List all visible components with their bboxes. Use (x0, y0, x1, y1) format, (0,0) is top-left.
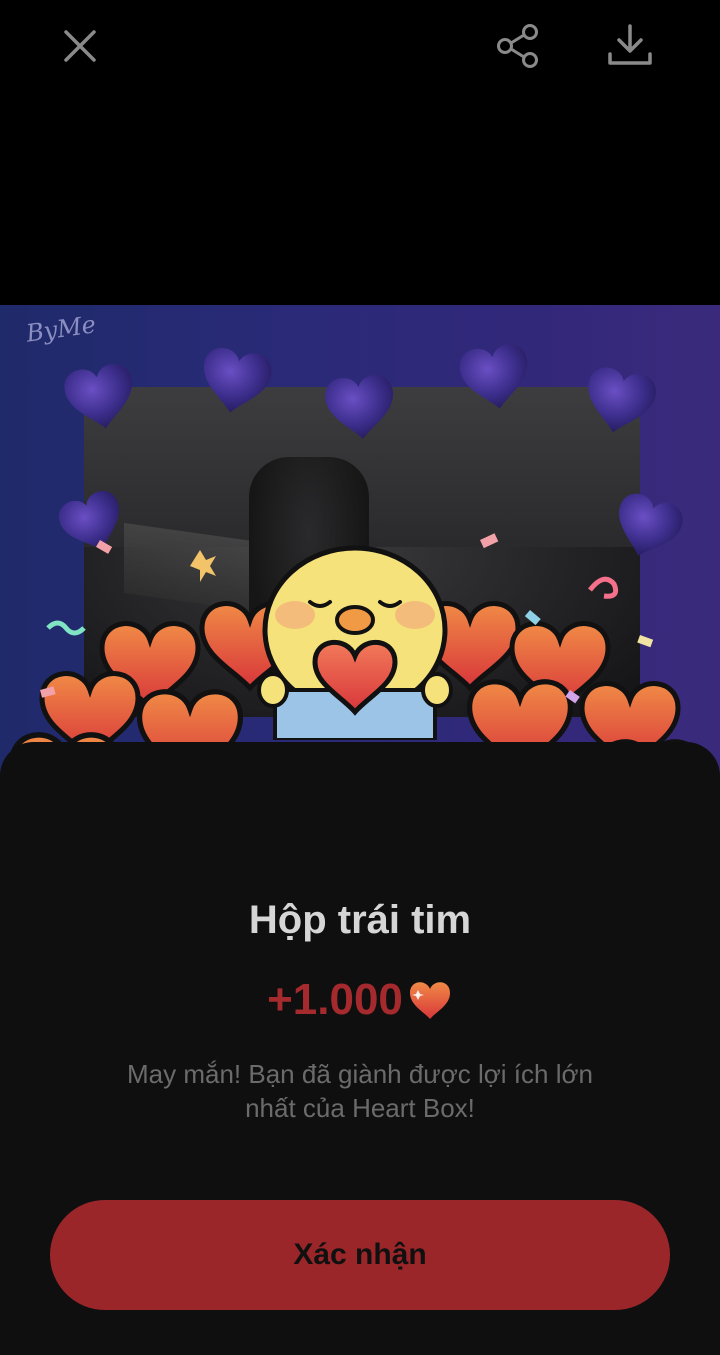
dialog-description: May mắn! Bạn đã giành được lợi ích lớn n… (127, 1059, 593, 1123)
top-bar (0, 0, 720, 100)
share-icon (497, 24, 538, 68)
reward-row: +1.000 (0, 975, 720, 1025)
reward-amount: +1.000 (267, 975, 403, 1024)
download-button[interactable] (606, 22, 654, 70)
close-button[interactable] (56, 22, 104, 70)
close-icon (64, 30, 96, 62)
download-icon (608, 24, 652, 65)
share-button[interactable] (494, 22, 542, 70)
dialog-title: Hộp trái tim (248, 898, 472, 942)
confirm-button[interactable]: Xác nhận (50, 1200, 670, 1310)
confirm-button-label: Xác nhận (293, 1238, 427, 1271)
heart-icon (409, 982, 450, 1019)
chick-mascot-illustration (257, 545, 453, 740)
